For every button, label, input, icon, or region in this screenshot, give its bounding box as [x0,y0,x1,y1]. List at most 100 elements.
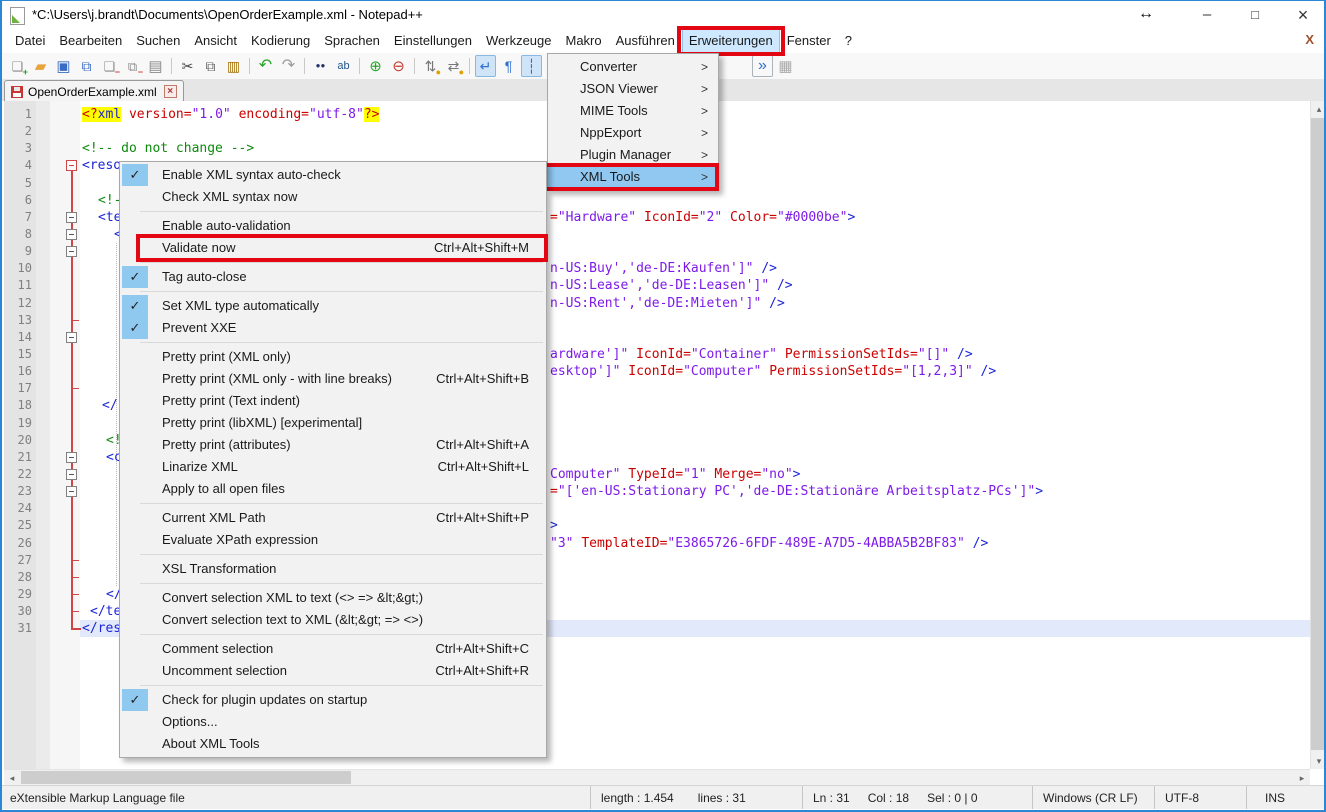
xmltools-item-xsl-transformation[interactable]: XSL Transformation [120,558,546,580]
fold-marker-line-7[interactable] [66,212,77,223]
menubar-item-kodierung[interactable]: Kodierung [244,29,317,53]
line-number-8: 8 [4,226,32,243]
word-wrap-button[interactable]: ↵ [475,55,496,77]
fold-marker-line-22[interactable] [66,469,77,480]
xmltools-item-pretty-print-libxml-experimental[interactable]: Pretty print (libXML) [experimental] [120,412,546,434]
redo-button[interactable]: ↷ [278,55,299,77]
plugins-menu-item-json-viewer[interactable]: JSON Viewer> [548,78,718,100]
find-button[interactable]: ●● [310,55,331,77]
cut-button[interactable]: ✂ [177,55,198,77]
fold-marker-line-23[interactable] [66,486,77,497]
close-all-documents-button[interactable]: ⧉− [122,55,143,77]
xmltools-item-pretty-print-attributes[interactable]: Pretty print (attributes)Ctrl+Alt+Shift+… [120,434,546,456]
fold-marker-line-9[interactable] [66,246,77,257]
close-document-x-icon[interactable]: X [1305,32,1314,47]
copy-button[interactable]: ⧉ [200,55,221,77]
status-insert-mode[interactable]: INS [1246,786,1324,809]
vertical-scrollbar-thumb[interactable] [1311,118,1324,750]
plugins-menu-item-xml-tools[interactable]: XML Tools> [548,166,718,188]
xmltools-item-pretty-print-xml-only[interactable]: Pretty print (XML only) [120,346,546,368]
fold-margin[interactable] [50,101,80,769]
scroll-down-icon[interactable]: ▾ [1311,753,1326,769]
menubar-item-makro[interactable]: Makro [559,29,609,53]
maximize-button[interactable]: □ [1232,1,1278,29]
plugins-menu-item-nppexport[interactable]: NppExport> [548,122,718,144]
line-number-1: 1 [4,106,32,123]
xmltools-item-enable-xml-syntax-auto-check[interactable]: ✓Enable XML syntax auto-check [120,164,546,186]
fold-tick-line-17 [73,388,79,389]
xmltools-item-check-xml-syntax-now[interactable]: Check XML syntax now [120,186,546,208]
fold-tick-line-27 [73,560,79,561]
plugins-menu-item-mime-tools[interactable]: MIME Tools> [548,100,718,122]
undo-button[interactable]: ↶ [255,55,276,77]
xmltools-item-tag-auto-close[interactable]: ✓Tag auto-close [120,266,546,288]
xmltools-item-about-xml-tools[interactable]: About XML Tools [120,733,546,755]
paste-button[interactable]: ▥ [223,55,244,77]
status-encoding[interactable]: UTF-8 [1154,786,1246,809]
tab-close-icon[interactable]: × [164,85,177,98]
macro-run-multiple-button[interactable]: » [752,55,773,77]
xmltools-item-options[interactable]: Options... [120,711,546,733]
scroll-left-icon[interactable]: ◂ [4,770,20,786]
xmltools-item-set-xml-type-automatically[interactable]: ✓Set XML type automatically [120,295,546,317]
fold-marker-line-21[interactable] [66,452,77,463]
code-line-16: esktop']" IconId="Computer" PermissionSe… [550,363,996,380]
open-file-button[interactable]: ▰ [30,55,51,77]
plugins-menu-item-converter[interactable]: Converter> [548,56,718,78]
macro-save-button[interactable]: ▦ [775,55,796,77]
xmltools-item-enable-auto-validation[interactable]: Enable auto-validation [120,215,546,237]
menubar-item-sprachen[interactable]: Sprachen [317,29,387,53]
close-window-button[interactable]: × [1280,1,1326,29]
xmltools-item-comment-selection[interactable]: Comment selectionCtrl+Alt+Shift+C [120,638,546,660]
show-all-characters-button[interactable]: ¶ [498,55,519,77]
xmltools-item-validate-now[interactable]: Validate nowCtrl+Alt+Shift+M [120,237,546,259]
title-bar[interactable]: *C:\Users\j.brandt\Documents\OpenOrderEx… [2,1,1324,29]
tab-openorderexample-xml[interactable]: OpenOrderExample.xml × [4,80,184,102]
line-number-26: 26 [4,535,32,552]
xmltools-item-evaluate-xpath-expression[interactable]: Evaluate XPath expression [120,529,546,551]
sync-horizontal-scroll-button[interactable]: ⇄● [443,55,464,77]
menubar-item-fenster[interactable]: Fenster [780,29,838,53]
menubar-item-ansicht[interactable]: Ansicht [187,29,244,53]
status-eol-format[interactable]: Windows (CR LF) [1032,786,1154,809]
scroll-right-icon[interactable]: ▸ [1294,770,1310,786]
undo-icon: ↶ [259,58,272,74]
menubar-item-werkzeuge[interactable]: Werkzeuge [479,29,559,53]
scroll-up-icon[interactable]: ▴ [1311,101,1326,117]
xmltools-item-pretty-print-xml-only-with-line-breaks[interactable]: Pretty print (XML only - with line break… [120,368,546,390]
zoom-in-button[interactable]: ⊕ [365,55,386,77]
menubar-item-ausführen[interactable]: Ausführen [609,29,682,53]
xmltools-item-apply-to-all-open-files[interactable]: Apply to all open files [120,478,546,500]
fold-marker-line-4[interactable] [66,160,77,171]
replace-button[interactable]: ab [333,55,354,77]
menubar-item-[interactable]: ? [838,29,859,53]
print-button[interactable]: ▤ [145,55,166,77]
menubar-item-suchen[interactable]: Suchen [129,29,187,53]
save-button[interactable]: ▣ [53,55,74,77]
bookmark-margin[interactable] [36,101,50,769]
menubar-item-bearbeiten[interactable]: Bearbeiten [52,29,129,53]
xmltools-item-current-xml-path[interactable]: Current XML PathCtrl+Alt+Shift+P [120,507,546,529]
xmltools-item-linarize-xml[interactable]: Linarize XMLCtrl+Alt+Shift+L [120,456,546,478]
xmltools-item-convert-selection-xml-to-text-lt-gt[interactable]: Convert selection XML to text (<> => &lt… [120,587,546,609]
xmltools-item-pretty-print-text-indent[interactable]: Pretty print (Text indent) [120,390,546,412]
horizontal-scrollbar[interactable]: ◂ ▸ [4,769,1310,785]
indent-guide-button[interactable]: ┆ [521,55,542,77]
fold-marker-line-14[interactable] [66,332,77,343]
menubar-item-erweiterungen[interactable]: Erweiterungen [682,29,780,53]
close-document-button[interactable]: ❏− [99,55,120,77]
horizontal-scrollbar-thumb[interactable] [21,771,351,784]
new-file-button[interactable]: ❏+ [7,55,28,77]
save-all-button[interactable]: ⧉ [76,55,97,77]
fold-marker-line-8[interactable] [66,229,77,240]
zoom-out-button[interactable]: ⊖ [388,55,409,77]
menubar-item-datei[interactable]: Datei [8,29,52,53]
menubar-item-einstellungen[interactable]: Einstellungen [387,29,479,53]
xmltools-item-uncomment-selection[interactable]: Uncomment selectionCtrl+Alt+Shift+R [120,660,546,682]
plugins-menu-item-plugin-manager[interactable]: Plugin Manager> [548,144,718,166]
xmltools-item-convert-selection-text-to-xml-lt-gt[interactable]: Convert selection text to XML (&lt;&gt; … [120,609,546,631]
minimize-button[interactable]: – [1184,1,1230,29]
xmltools-item-check-for-plugin-updates-on-startup[interactable]: ✓Check for plugin updates on startup [120,689,546,711]
xmltools-item-prevent-xxe[interactable]: ✓Prevent XXE [120,317,546,339]
sync-vertical-scroll-button[interactable]: ⇅● [420,55,441,77]
